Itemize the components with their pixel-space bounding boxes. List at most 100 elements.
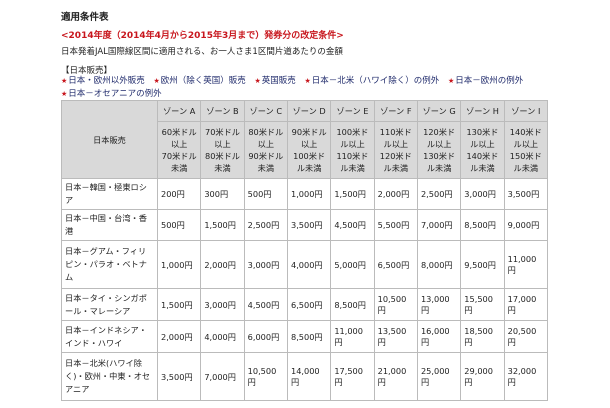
fare-cell: 7,000円	[416, 209, 462, 241]
fare-cell: 4,500円	[243, 288, 288, 321]
zone-header: ゾーン G	[416, 100, 462, 122]
link-label: 日本－北米（ハワイ除く）の例外	[311, 76, 440, 86]
zone-header-row: 日本販売 ゾーン A ゾーン B ゾーン C ゾーン D ゾーン E ゾーン F…	[61, 100, 549, 179]
fare-cell: 8,000円	[416, 240, 462, 289]
fare-cell: 17,000円	[503, 288, 549, 321]
fare-cell: 5,000円	[330, 240, 375, 289]
fare-cell: 25,000円	[416, 352, 462, 401]
link-uk-sales[interactable]: ★英国販売	[255, 76, 296, 86]
range-header: 120米ド ル以上 130米ド ル未満	[416, 121, 462, 179]
fare-cell: 10,500円	[243, 352, 288, 401]
fare-cell: 17,500円	[330, 352, 375, 401]
fare-cell: 8,500円	[286, 320, 332, 353]
fare-cell: 18,500円	[460, 320, 505, 353]
fare-cell: 3,000円	[460, 178, 505, 210]
route-cell: 日本－中国・台湾・香港	[61, 209, 158, 241]
fare-cell: 2,500円	[416, 178, 462, 210]
fare-cell: 3,000円	[243, 240, 288, 289]
table-row: 日本－韓国・極東ロシア 200円 300円 500円 1,000円 1,500円 2,000…	[61, 178, 549, 210]
link-list: ★日本・欧州以外販売 ★欧州（除く英国）販売 ★英国販売 ★日本－北米（ハワイ除…	[61, 75, 541, 101]
fare-cell: 7,000円	[200, 352, 245, 401]
star-icon: ★	[61, 77, 68, 85]
table-row: 日本－中国・台湾・香港 500円 1,500円 2,500円 3,500円 4,500円 5…	[61, 209, 549, 241]
revision-notice: <2014年度（2014年4月から2015年3月まで）発券分の改定条件>	[61, 31, 344, 41]
fare-cell: 14,000円	[286, 352, 332, 401]
fare-cell: 11,000円	[503, 240, 549, 289]
link-japan-non-europe-sales[interactable]: ★日本・欧州以外販売	[61, 76, 145, 86]
star-icon: ★	[448, 77, 455, 85]
fare-cell: 2,000円	[156, 320, 202, 353]
route-cell: 日本－タイ・シンガポール・マレーシア	[61, 288, 158, 321]
fare-cell: 15,500円	[460, 288, 505, 321]
fare-cell: 8,500円	[330, 288, 375, 321]
star-icon: ★	[254, 77, 261, 85]
link-north-america-exception[interactable]: ★日本－北米（ハワイ除く）の例外	[305, 76, 440, 86]
fare-cell: 11,000円	[330, 320, 375, 353]
link-europe-exception[interactable]: ★日本－欧州の例外	[448, 76, 523, 86]
description: 日本発着JAL国際線区間に適用される、お一人さま1区間片道あたりの金額	[61, 47, 343, 57]
fare-cell: 3,000円	[200, 288, 245, 321]
table-row: 日本－グアム・フィリピン・パラオ・ベトナム 1,000円 2,000円 3,000円 4…	[61, 240, 549, 289]
table-row: 日本－インドネシア・インド・ハワイ 2,000円 4,000円 6,000円 8,500…	[61, 320, 549, 353]
route-cell: 日本－北米(ハワイ除く)・欧州・中東・オセアニア	[61, 352, 158, 401]
link-label: 英国販売	[261, 76, 296, 86]
fare-cell: 500円	[243, 178, 288, 210]
star-icon: ★	[61, 90, 68, 98]
fare-cell: 20,500円	[503, 320, 549, 353]
link-oceania-exception[interactable]: ★日本－オセアニアの例外	[61, 89, 162, 99]
zone-header: ゾーン I	[503, 100, 549, 122]
fare-cell: 3,500円	[286, 209, 332, 241]
corner-header: 日本販売	[61, 100, 158, 179]
fare-cell: 2,500円	[243, 209, 288, 241]
zone-header: ゾーン F	[373, 100, 418, 122]
fare-cell: 4,000円	[200, 320, 245, 353]
fare-cell: 300円	[200, 178, 245, 210]
link-europe-sales[interactable]: ★欧州（除く英国）販売	[154, 76, 246, 86]
fare-cell: 6,500円	[373, 240, 418, 289]
fare-cell: 200円	[156, 178, 202, 210]
range-header: 60米ドル 以上 70米ドル 未満	[156, 121, 202, 179]
range-header: 90米ドル 以上 100米ド ル未満	[286, 121, 332, 179]
fare-cell: 13,500円	[373, 320, 418, 353]
fare-cell: 3,500円	[503, 178, 549, 210]
fare-cell: 1,500円	[330, 178, 375, 210]
fare-cell: 8,500円	[460, 209, 505, 241]
star-icon: ★	[153, 77, 160, 85]
table-row: 日本－タイ・シンガポール・マレーシア 1,500円 3,000円 4,500円 6,50…	[61, 288, 549, 321]
page-title: 適用条件表	[61, 12, 109, 23]
fare-cell: 32,000円	[503, 352, 549, 401]
range-header: 70米ドル 以上 80米ドル 未満	[200, 121, 245, 179]
zone-header: ゾーン B	[200, 100, 245, 122]
fare-cell: 9,500円	[460, 240, 505, 289]
link-label: 日本－欧州の例外	[455, 76, 524, 86]
fare-cell: 6,000円	[243, 320, 288, 353]
star-icon: ★	[304, 77, 311, 85]
fare-cell: 9,000円	[503, 209, 549, 241]
fare-cell: 1,500円	[200, 209, 245, 241]
fare-cell: 3,500円	[156, 352, 202, 401]
surcharge-table: 日本販売 ゾーン A ゾーン B ゾーン C ゾーン D ゾーン E ゾーン F…	[61, 100, 549, 401]
zone-header: ゾーン D	[286, 100, 332, 122]
fare-cell: 2,000円	[373, 178, 418, 210]
route-cell: 日本－韓国・極東ロシア	[61, 178, 158, 210]
fare-cell: 4,500円	[330, 209, 375, 241]
range-header: 140米ド ル以上 150米ド ル未満	[503, 121, 549, 179]
range-header: 80米ドル 以上 90米ドル 未満	[243, 121, 288, 179]
link-label: 日本・欧州以外販売	[68, 76, 145, 86]
route-cell: 日本－グアム・フィリピン・パラオ・ベトナム	[61, 240, 158, 289]
fare-cell: 1,000円	[156, 240, 202, 289]
link-label: 欧州（除く英国）販売	[160, 76, 246, 86]
fare-cell: 1,000円	[286, 178, 332, 210]
range-header: 100米ド ル以上 110米ド ル未満	[330, 121, 375, 179]
fare-cell: 2,000円	[200, 240, 245, 289]
fare-cell: 6,500円	[286, 288, 332, 321]
fare-cell: 10,500円	[373, 288, 418, 321]
zone-header: ゾーン C	[243, 100, 288, 122]
zone-header: ゾーン E	[330, 100, 375, 122]
fare-cell: 500円	[156, 209, 202, 241]
range-header: 110米ド ル以上 120米ド ル未満	[373, 121, 418, 179]
zone-header: ゾーン A	[156, 100, 202, 122]
fare-cell: 13,000円	[416, 288, 462, 321]
fare-cell: 29,000円	[460, 352, 505, 401]
route-cell: 日本－インドネシア・インド・ハワイ	[61, 320, 158, 353]
